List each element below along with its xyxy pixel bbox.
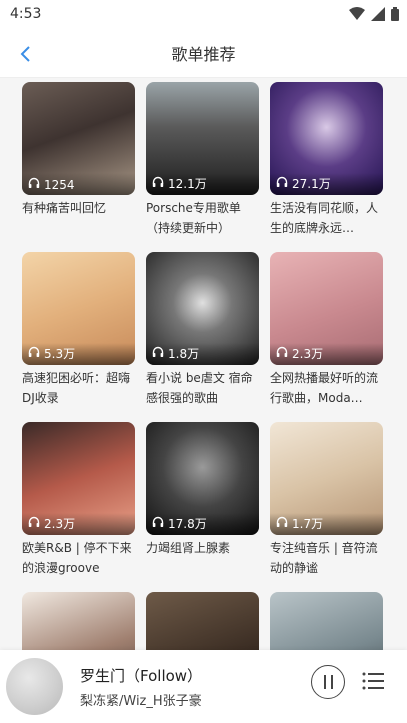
play-count: 27.1万 [276, 175, 331, 192]
playlist-card[interactable]: 27.1万 生活没有同花顺，人生的底牌永远… [270, 82, 383, 242]
status-time: 4:53 [10, 6, 42, 22]
playlist-cover[interactable]: 27.1万 [270, 82, 383, 195]
album-disc[interactable] [6, 658, 63, 715]
playlist-title[interactable]: 高速犯困必听：超嗨DJ收录 [22, 368, 135, 408]
playlist-cover[interactable]: 1.8万 [146, 252, 259, 365]
play-count: 2.3万 [28, 515, 75, 532]
headphones-icon [276, 176, 288, 191]
play-count-value: 5.3万 [44, 347, 76, 361]
page-title: 歌单推荐 [171, 45, 236, 64]
play-count-value: 1.8万 [168, 347, 200, 361]
playlist-title[interactable]: 有种痛苦叫回忆 [22, 198, 135, 238]
playlist-cover[interactable] [146, 592, 259, 650]
headphones-icon [28, 346, 40, 361]
playlist-cover[interactable] [22, 592, 135, 650]
playlist-icon[interactable] [361, 669, 385, 693]
playlist-card[interactable]: 17.8万 力竭组肾上腺素 [146, 422, 259, 582]
battery-icon [391, 7, 399, 21]
playlist-scroll-area[interactable]: 1254 有种痛苦叫回忆 12.1万 Porsche专用歌单（持续更新中） 27… [0, 78, 407, 650]
play-count-value: 2.3万 [292, 347, 324, 361]
headphones-icon [152, 516, 164, 531]
play-count: 1.8万 [152, 345, 199, 362]
playlist-card[interactable]: 2.3万 全网热播最好听的流行歌曲，Moda… [270, 252, 383, 412]
playlist-cover[interactable]: 1.7万 [270, 422, 383, 535]
playlist-card[interactable] [22, 592, 135, 650]
playlist-cover[interactable]: 5.3万 [22, 252, 135, 365]
header: 歌单推荐 [0, 30, 407, 78]
play-count: 2.3万 [276, 345, 323, 362]
playlist-title[interactable]: 看小说 be虐文 宿命感很强的歌曲 [146, 368, 259, 408]
play-count: 1.7万 [276, 515, 323, 532]
play-count-value: 17.8万 [168, 517, 207, 531]
play-count: 1254 [28, 177, 75, 192]
song-title[interactable]: 罗生门（Follow） [80, 665, 202, 686]
play-count-value: 1.7万 [292, 517, 324, 531]
playlist-title[interactable]: 专注纯音乐 | 音符流动的静谧 [270, 538, 383, 578]
play-count-value: 1254 [44, 177, 75, 192]
headphones-icon [152, 346, 164, 361]
playlist-grid: 1254 有种痛苦叫回忆 12.1万 Porsche专用歌单（持续更新中） 27… [22, 82, 383, 650]
wifi-icon [349, 7, 365, 20]
playlist-cover[interactable]: 12.1万 [146, 82, 259, 195]
pause-bar-left [323, 675, 326, 689]
playlist-title[interactable]: 欧美R&B | 停不下来的浪漫groove [22, 538, 135, 578]
playlist-title[interactable]: 生活没有同花顺，人生的底牌永远… [270, 198, 383, 238]
playlist-card[interactable]: 5.3万 高速犯困必听：超嗨DJ收录 [22, 252, 135, 412]
playlist-card[interactable]: 12.1万 Porsche专用歌单（持续更新中） [146, 82, 259, 242]
headphones-icon [28, 177, 40, 192]
playlist-card[interactable] [270, 592, 383, 650]
signal-icon [371, 7, 385, 21]
play-count-value: 27.1万 [292, 177, 331, 191]
playlist-title[interactable]: 力竭组肾上腺素 [146, 538, 259, 578]
status-bar: 4:53 [0, 0, 407, 30]
playlist-card[interactable]: 1.7万 专注纯音乐 | 音符流动的静谧 [270, 422, 383, 582]
playlist-cover[interactable]: 2.3万 [22, 422, 135, 535]
playlist-title[interactable]: Porsche专用歌单（持续更新中） [146, 198, 259, 238]
song-artist: 梨冻紧/Wiz_H张子豪 [80, 694, 202, 709]
playlist-card[interactable]: 2.3万 欧美R&B | 停不下来的浪漫groove [22, 422, 135, 582]
playlist-card[interactable]: 1.8万 看小说 be虐文 宿命感很强的歌曲 [146, 252, 259, 412]
playlist-cover[interactable]: 2.3万 [270, 252, 383, 365]
pause-button[interactable] [311, 665, 345, 699]
playlist-cover[interactable]: 1254 [22, 82, 135, 195]
play-count-value: 2.3万 [44, 517, 76, 531]
status-icons [349, 7, 399, 21]
headphones-icon [276, 346, 288, 361]
headphones-icon [276, 516, 288, 531]
play-count: 12.1万 [152, 175, 207, 192]
mini-player: 罗生门（Follow） 梨冻紧/Wiz_H张子豪 [0, 650, 407, 723]
playlist-cover[interactable]: 17.8万 [146, 422, 259, 535]
play-count-value: 12.1万 [168, 177, 207, 191]
playlist-cover[interactable] [270, 592, 383, 650]
play-count: 5.3万 [28, 345, 75, 362]
playlist-card[interactable] [146, 592, 259, 650]
playlist-card[interactable]: 1254 有种痛苦叫回忆 [22, 82, 135, 242]
headphones-icon [152, 176, 164, 191]
headphones-icon [28, 516, 40, 531]
playlist-title[interactable]: 全网热播最好听的流行歌曲，Moda… [270, 368, 383, 408]
pause-bar-right [330, 675, 333, 689]
play-count: 17.8万 [152, 515, 207, 532]
